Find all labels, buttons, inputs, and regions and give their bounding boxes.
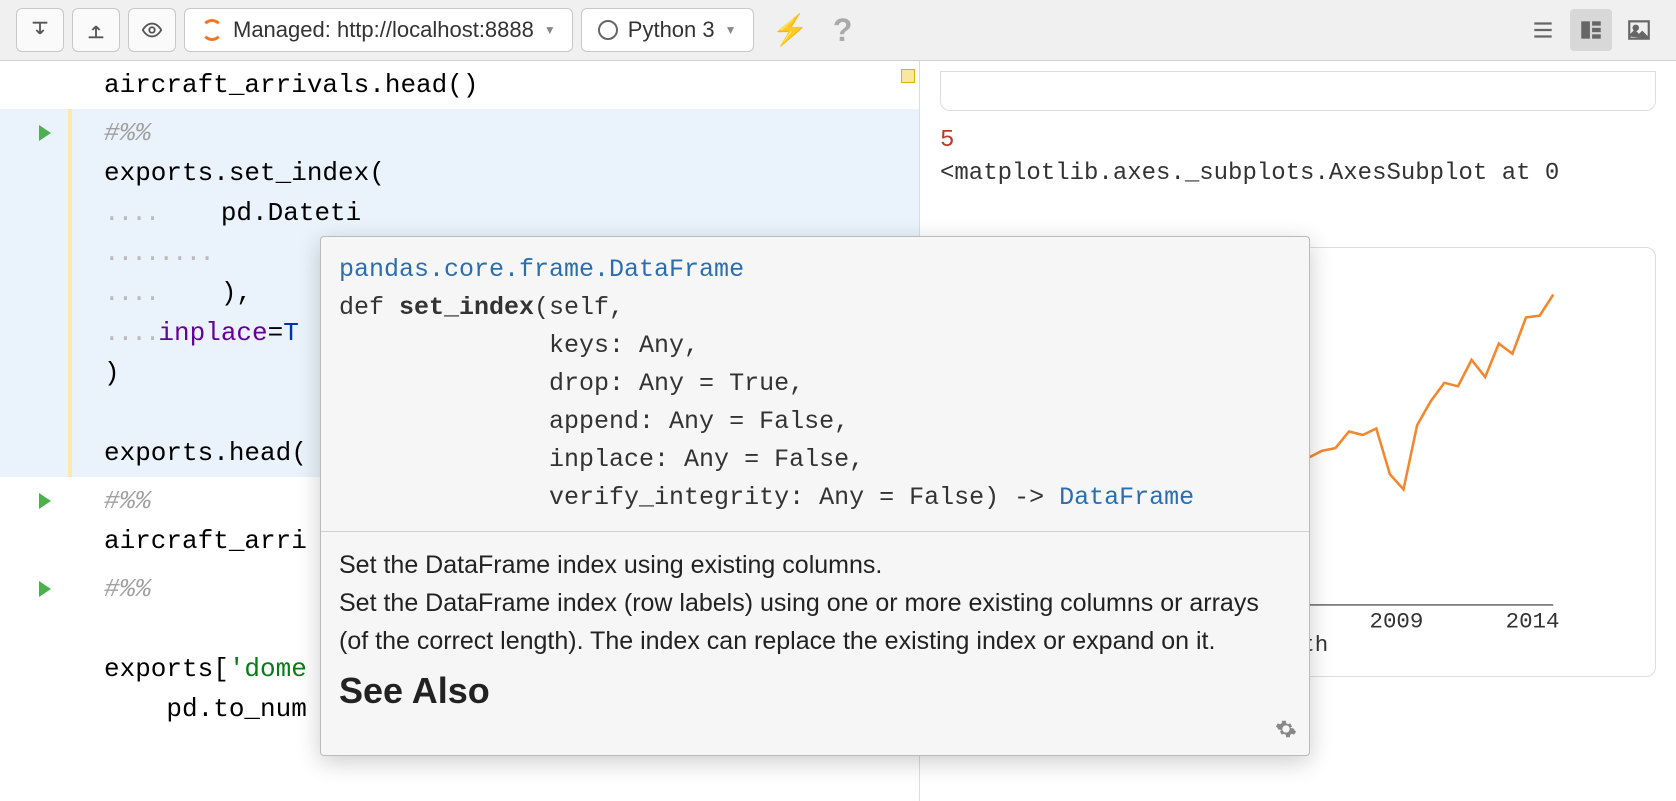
- chevron-down-icon: ▼: [725, 23, 737, 37]
- svg-text:2014: 2014: [1506, 608, 1560, 634]
- download-button[interactable]: [16, 8, 64, 52]
- doc-see-also-heading: See Also: [339, 672, 1291, 710]
- preview-button[interactable]: [128, 8, 176, 52]
- code-line[interactable]: aircraft_arrivals.head(): [90, 65, 919, 105]
- kernel-dropdown[interactable]: Python 3 ▼: [581, 8, 754, 52]
- python-icon: [598, 20, 618, 40]
- chevron-down-icon: ▼: [544, 23, 556, 37]
- view-split-button[interactable]: [1570, 9, 1612, 51]
- gear-icon[interactable]: [1275, 718, 1297, 745]
- run-cell-icon[interactable]: [39, 581, 51, 597]
- doc-signature: pandas.core.frame.DataFrame def set_inde…: [321, 237, 1309, 532]
- upload-button[interactable]: [72, 8, 120, 52]
- doc-description: Set the DataFrame index using existing c…: [321, 532, 1309, 724]
- cell-execution-count: 5: [940, 127, 1656, 154]
- lightning-icon[interactable]: ⚡: [772, 13, 809, 48]
- server-label: Managed: http://localhost:8888: [233, 17, 534, 43]
- run-cell-icon[interactable]: [39, 125, 51, 141]
- view-list-button[interactable]: [1522, 9, 1564, 51]
- jupyter-icon: [201, 19, 223, 41]
- run-cell-icon[interactable]: [39, 493, 51, 509]
- code-line[interactable]: .... pd.Dateti: [90, 193, 919, 233]
- output-repr: <matplotlib.axes._subplots.AxesSubplot a…: [940, 160, 1656, 187]
- output-card: [940, 71, 1656, 111]
- code-line[interactable]: exports.set_index(: [90, 153, 919, 193]
- cell-marker: #%%: [104, 118, 151, 148]
- server-dropdown[interactable]: Managed: http://localhost:8888 ▼: [184, 8, 573, 52]
- documentation-popup[interactable]: pandas.core.frame.DataFrame def set_inde…: [320, 236, 1310, 756]
- marker-icon: [901, 69, 915, 83]
- svg-text:2009: 2009: [1369, 608, 1423, 634]
- kernel-label: Python 3: [628, 17, 715, 43]
- view-image-button[interactable]: [1618, 9, 1660, 51]
- toolbar: Managed: http://localhost:8888 ▼ Python …: [0, 0, 1676, 61]
- help-icon[interactable]: ?: [833, 12, 853, 49]
